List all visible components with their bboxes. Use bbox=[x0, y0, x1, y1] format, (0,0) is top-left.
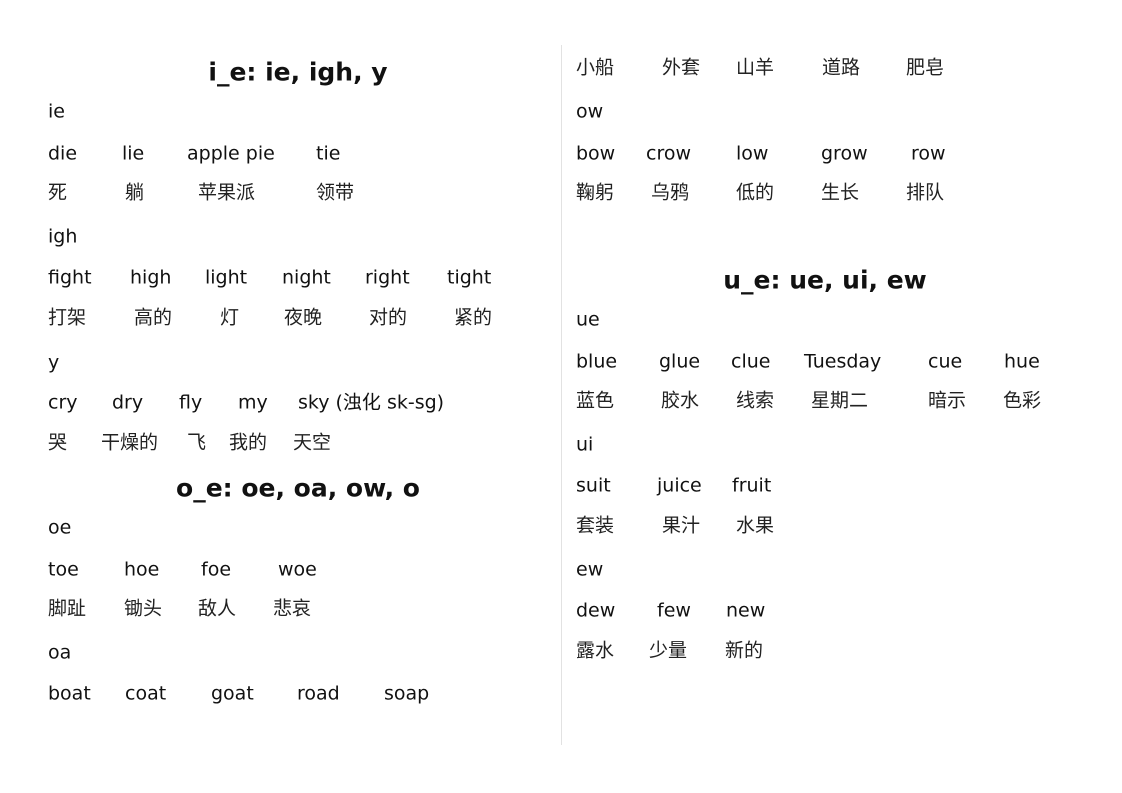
vocab-word: 死 bbox=[48, 181, 68, 204]
vocab-word: 高的 bbox=[134, 306, 173, 329]
vocab-word: Tuesday bbox=[804, 350, 882, 373]
vocab-word: 果汁 bbox=[662, 514, 701, 537]
spelling-heading: igh bbox=[48, 225, 78, 248]
section-title-i-e: i_e: ie, igh, y bbox=[208, 57, 388, 87]
vocab-word: dew bbox=[576, 599, 616, 622]
vocab-word: 蓝色 bbox=[576, 389, 615, 412]
vocab-word: suit bbox=[576, 474, 611, 497]
vocab-word: 山羊 bbox=[736, 56, 775, 79]
vocab-word: few bbox=[657, 599, 691, 622]
vocab-word: my bbox=[238, 391, 268, 414]
vocab-word: road bbox=[297, 682, 340, 705]
vocab-word: 哭 bbox=[48, 431, 68, 454]
vocab-word: hue bbox=[1004, 350, 1040, 373]
vocab-word: foe bbox=[201, 558, 232, 581]
vocab-word: cue bbox=[928, 350, 963, 373]
vocab-word: blue bbox=[576, 350, 618, 373]
vocab-word: grow bbox=[821, 142, 868, 165]
vocab-word: sky (浊化 sk-sg) bbox=[298, 391, 445, 414]
vocab-word: 星期二 bbox=[811, 389, 869, 412]
vocab-word: row bbox=[911, 142, 946, 165]
vocab-word: low bbox=[736, 142, 769, 165]
vocab-word: clue bbox=[731, 350, 771, 373]
vocab-word: hoe bbox=[124, 558, 160, 581]
vocab-word: 脚趾 bbox=[48, 597, 87, 620]
document-page: i_e: ie, igh, y o_e: oe, oa, ow, o u_e: … bbox=[0, 0, 1122, 793]
section-title-u-e: u_e: ue, ui, ew bbox=[723, 265, 927, 295]
vocab-word: 排队 bbox=[906, 181, 945, 204]
vocab-word: 灯 bbox=[220, 306, 240, 329]
vocab-word: high bbox=[130, 266, 172, 289]
vocab-word: 低的 bbox=[736, 181, 775, 204]
vocab-word: 我的 bbox=[229, 431, 268, 454]
vocab-word: 新的 bbox=[725, 639, 764, 662]
vocab-word: 锄头 bbox=[124, 597, 163, 620]
vocab-word: 小船 bbox=[576, 56, 615, 79]
vocab-word: cry bbox=[48, 391, 78, 414]
section-title-o-e: o_e: oe, oa, ow, o bbox=[176, 473, 420, 503]
vocab-word: fly bbox=[179, 391, 203, 414]
vocab-word: 领带 bbox=[316, 181, 355, 204]
vocab-word: 天空 bbox=[293, 431, 332, 454]
vocab-word: right bbox=[365, 266, 410, 289]
vocab-word: 紧的 bbox=[454, 306, 493, 329]
vocab-word: ow bbox=[576, 100, 604, 123]
vocab-word: dry bbox=[112, 391, 144, 414]
vocab-word: 干燥的 bbox=[101, 431, 159, 454]
vocab-word: 生长 bbox=[821, 181, 860, 204]
vocab-word: 道路 bbox=[822, 56, 861, 79]
spelling-heading: oa bbox=[48, 641, 72, 664]
vocab-word: 胶水 bbox=[661, 389, 700, 412]
spelling-heading: ew bbox=[576, 558, 604, 581]
vocab-word: glue bbox=[659, 350, 701, 373]
vocab-word: 打架 bbox=[48, 306, 87, 329]
vocab-word: 飞 bbox=[187, 431, 207, 454]
vocab-word: lie bbox=[122, 142, 145, 165]
vocab-word: 肥皂 bbox=[906, 56, 945, 79]
spelling-heading: y bbox=[48, 351, 60, 374]
vocab-word: soap bbox=[384, 682, 430, 705]
spelling-heading: oe bbox=[48, 516, 72, 539]
vocab-word: 套装 bbox=[576, 514, 615, 537]
spelling-heading: ue bbox=[576, 308, 600, 331]
vocab-word: 夜晚 bbox=[284, 306, 323, 329]
vocab-word: 躺 bbox=[125, 181, 145, 204]
vocab-word: juice bbox=[657, 474, 702, 497]
vocab-word: 对的 bbox=[369, 306, 408, 329]
vocab-word: apple pie bbox=[187, 142, 275, 165]
vocab-word: new bbox=[726, 599, 766, 622]
vocab-word: 少量 bbox=[649, 639, 688, 662]
vocab-word: light bbox=[205, 266, 248, 289]
vocab-word: 外套 bbox=[662, 56, 701, 79]
vocab-word: crow bbox=[646, 142, 692, 165]
vocab-word: die bbox=[48, 142, 78, 165]
vocab-word: 色彩 bbox=[1003, 389, 1042, 412]
vocab-word: 水果 bbox=[736, 514, 775, 537]
vocab-word: 悲哀 bbox=[273, 597, 312, 620]
vocab-word: goat bbox=[211, 682, 254, 705]
vocab-word: 线索 bbox=[736, 389, 775, 412]
vocab-word: tie bbox=[316, 142, 341, 165]
vocab-word: fight bbox=[48, 266, 92, 289]
vocab-word: 乌鸦 bbox=[651, 181, 690, 204]
vocab-word: toe bbox=[48, 558, 79, 581]
vocab-word: woe bbox=[278, 558, 317, 581]
vocab-word: bow bbox=[576, 142, 616, 165]
vocab-word: coat bbox=[125, 682, 167, 705]
vocab-word: boat bbox=[48, 682, 91, 705]
vocab-word: 暗示 bbox=[928, 389, 967, 412]
vocab-word: 露水 bbox=[576, 639, 615, 662]
vocab-word: night bbox=[282, 266, 331, 289]
vocab-word: 鞠躬 bbox=[576, 181, 615, 204]
vocab-word: 苹果派 bbox=[198, 181, 256, 204]
column-divider bbox=[561, 45, 562, 745]
vocab-word: 敌人 bbox=[198, 597, 237, 620]
vocab-word: tight bbox=[447, 266, 492, 289]
spelling-heading: ie bbox=[48, 100, 65, 123]
spelling-heading: ui bbox=[576, 433, 594, 456]
vocab-word: fruit bbox=[732, 474, 772, 497]
